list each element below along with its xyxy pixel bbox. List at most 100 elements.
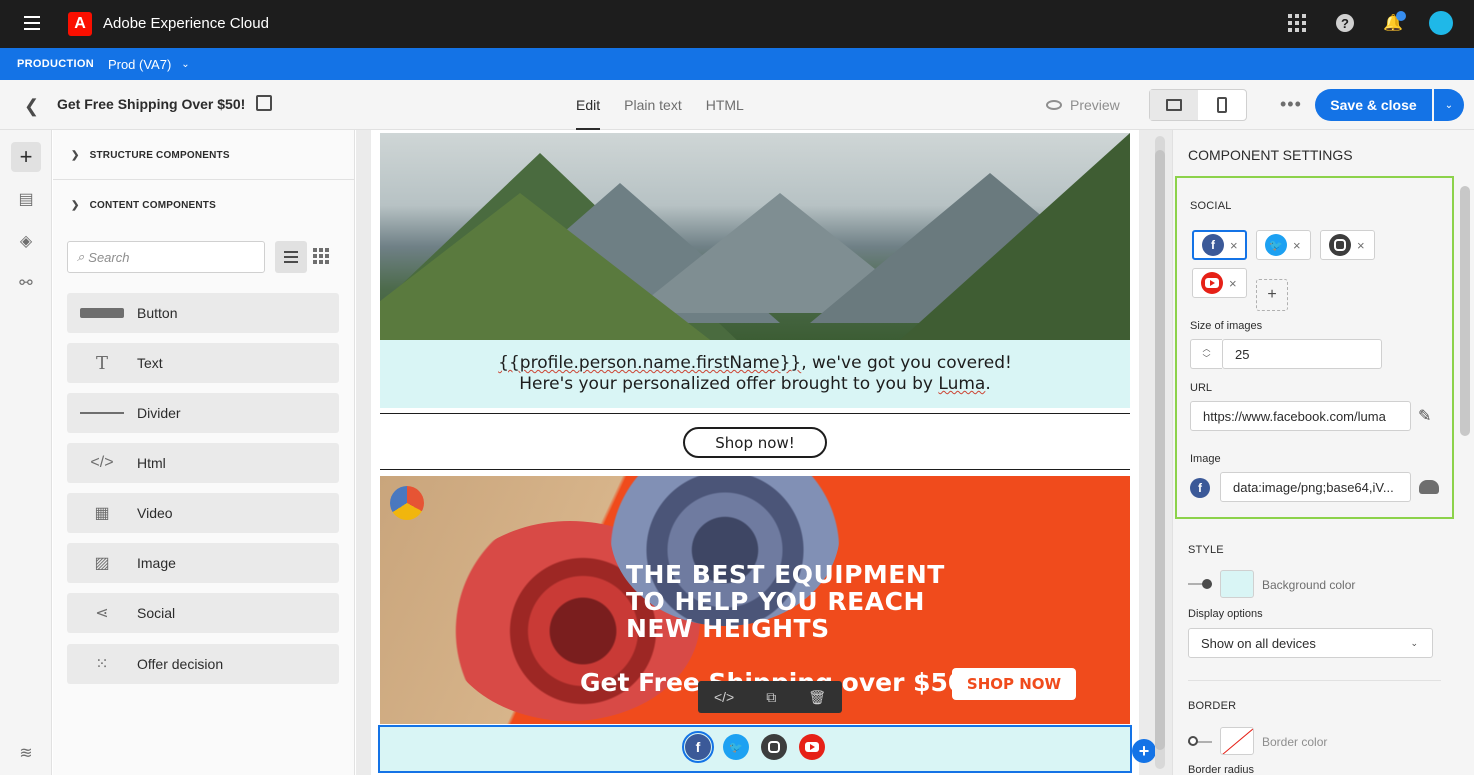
component-text[interactable]: T Text	[67, 343, 339, 383]
upload-icon[interactable]	[1419, 480, 1439, 494]
apps-grid-icon[interactable]	[1284, 10, 1310, 36]
editor-tabs: Edit Plain text HTML	[576, 80, 744, 130]
image-label: Image	[1190, 453, 1221, 465]
add-components-icon[interactable]: +	[11, 142, 41, 172]
mobile-icon	[1217, 97, 1227, 113]
close-icon[interactable]: ×	[1293, 238, 1301, 253]
brand-name: Luma	[938, 374, 986, 394]
trash-icon[interactable]: 🗑	[808, 689, 826, 706]
component-label: Social	[137, 605, 176, 621]
component-html[interactable]: </> Html	[67, 443, 339, 483]
user-avatar[interactable]	[1428, 10, 1454, 36]
divider	[1188, 680, 1441, 681]
layers-icon[interactable]: ◈	[11, 226, 41, 256]
display-options-label: Display options	[1188, 608, 1263, 620]
more-icon[interactable]: •••	[1280, 94, 1302, 115]
border-label: BORDER	[1188, 700, 1237, 712]
list-view-button[interactable]	[275, 241, 307, 273]
background-toggle[interactable]	[1202, 579, 1212, 589]
component-label: Divider	[137, 405, 181, 421]
fragments-icon[interactable]: ▤	[11, 184, 41, 214]
close-icon[interactable]: ×	[1229, 276, 1237, 291]
chip-twitter[interactable]: 🐦 ×	[1256, 230, 1311, 260]
add-social-button[interactable]: +	[1256, 279, 1288, 311]
url-input[interactable]: https://www.facebook.com/luma	[1190, 401, 1411, 431]
component-button[interactable]: Button	[67, 293, 339, 333]
hamburger-icon[interactable]	[24, 16, 40, 30]
twitter-icon[interactable]: 🐦	[723, 734, 749, 760]
mobile-view-button[interactable]	[1198, 90, 1246, 120]
component-label: Html	[137, 455, 166, 471]
tab-edit[interactable]: Edit	[576, 80, 601, 130]
instagram-icon[interactable]	[761, 734, 787, 760]
facebook-icon: f	[1202, 234, 1224, 256]
social-component[interactable]: f 🐦	[378, 725, 1132, 773]
image-input[interactable]: data:image/png;base64,iV...	[1220, 472, 1411, 502]
banner-shop-now: SHOP NOW	[952, 668, 1076, 700]
tab-html[interactable]: HTML	[706, 80, 744, 130]
desktop-icon	[1166, 99, 1182, 111]
greeting-text-block[interactable]: {{profile.person.name.firstName}}, we've…	[380, 340, 1130, 408]
shop-now-button[interactable]: Shop now!	[683, 427, 827, 458]
component-social[interactable]: ⋖ Social	[67, 593, 339, 633]
preview-button[interactable]: Preview	[1046, 97, 1120, 113]
structure-components-header[interactable]: ❯ STRUCTURE COMPONENTS	[71, 150, 230, 161]
edit-properties-icon[interactable]	[256, 95, 272, 111]
settings-scrollbar[interactable]	[1460, 186, 1470, 436]
display-options-select[interactable]: Show on all devices ⌄	[1188, 628, 1433, 658]
search-input[interactable]: ⌕ Search	[67, 241, 265, 273]
pencil-icon[interactable]: ✎	[1418, 406, 1431, 426]
chip-facebook[interactable]: f ×	[1192, 230, 1247, 260]
divider-line	[380, 413, 1130, 414]
size-input[interactable]: 25	[1222, 339, 1382, 369]
youtube-icon[interactable]	[799, 734, 825, 760]
save-dropdown-button[interactable]: ⌄	[1434, 89, 1464, 121]
twitter-icon: 🐦	[1265, 234, 1287, 256]
component-label: Text	[137, 355, 163, 371]
close-icon[interactable]: ×	[1230, 238, 1238, 253]
component-toolbar: </> ⧉ 🗑	[698, 681, 842, 713]
size-stepper[interactable]: ︿ ﹀	[1190, 339, 1222, 369]
help-icon[interactable]: ?	[1332, 10, 1358, 36]
video-icon: ▦	[94, 505, 110, 522]
add-component-handle[interactable]: +	[1132, 739, 1156, 763]
search-icon: ⌕	[77, 249, 85, 264]
component-offer-decision[interactable]: ⁙ Offer decision	[67, 644, 339, 684]
canvas-scrollbar-thumb[interactable]	[1155, 150, 1165, 750]
border-color-swatch[interactable]	[1220, 727, 1254, 755]
desktop-view-button[interactable]	[1150, 90, 1198, 120]
component-video[interactable]: ▦ Video	[67, 493, 339, 533]
back-button[interactable]: ❮	[24, 96, 39, 117]
chip-youtube[interactable]: ×	[1192, 268, 1247, 298]
border-color-label: Border color	[1262, 735, 1328, 749]
youtube-icon	[1201, 272, 1223, 294]
border-toggle[interactable]	[1188, 736, 1198, 746]
save-close-button[interactable]: Save & close	[1315, 89, 1432, 121]
code-icon[interactable]: </>	[714, 689, 734, 705]
search-placeholder: Search	[88, 249, 130, 265]
app-title: Adobe Experience Cloud	[103, 15, 269, 32]
component-label: Video	[137, 505, 173, 521]
hero-image[interactable]	[380, 133, 1130, 340]
close-icon[interactable]: ×	[1357, 238, 1365, 253]
sandbox-switcher[interactable]: Prod (VA7)	[108, 57, 171, 72]
divider-line	[380, 469, 1130, 470]
tile-view-button[interactable]	[313, 248, 329, 264]
period-text: .	[985, 374, 991, 394]
duplicate-icon[interactable]: ⧉	[766, 689, 776, 706]
left-rail: + ▤ ◈ ⚯ ≋	[0, 130, 52, 775]
structure-components-label: STRUCTURE COMPONENTS	[89, 150, 230, 161]
notifications-icon[interactable]: 🔔	[1380, 10, 1406, 36]
sandbox-bar: PRODUCTION Prod (VA7) ⌄	[0, 48, 1474, 80]
banner-headline: THE BEST EQUIPMENT TO HELP YOU REACH NEW…	[626, 560, 945, 643]
chevron-down-icon[interactable]: ⌄	[181, 59, 189, 70]
facebook-icon[interactable]: f	[682, 731, 714, 763]
background-color-swatch[interactable]	[1220, 570, 1254, 598]
bottom-layers-icon[interactable]: ≋	[11, 738, 41, 768]
component-divider[interactable]: Divider	[67, 393, 339, 433]
tab-plain-text[interactable]: Plain text	[624, 80, 682, 130]
links-icon[interactable]: ⚯	[11, 268, 41, 298]
component-image[interactable]: ▨ Image	[67, 543, 339, 583]
chip-instagram[interactable]: ×	[1320, 230, 1375, 260]
content-components-header[interactable]: ❯ CONTENT COMPONENTS	[71, 200, 216, 211]
